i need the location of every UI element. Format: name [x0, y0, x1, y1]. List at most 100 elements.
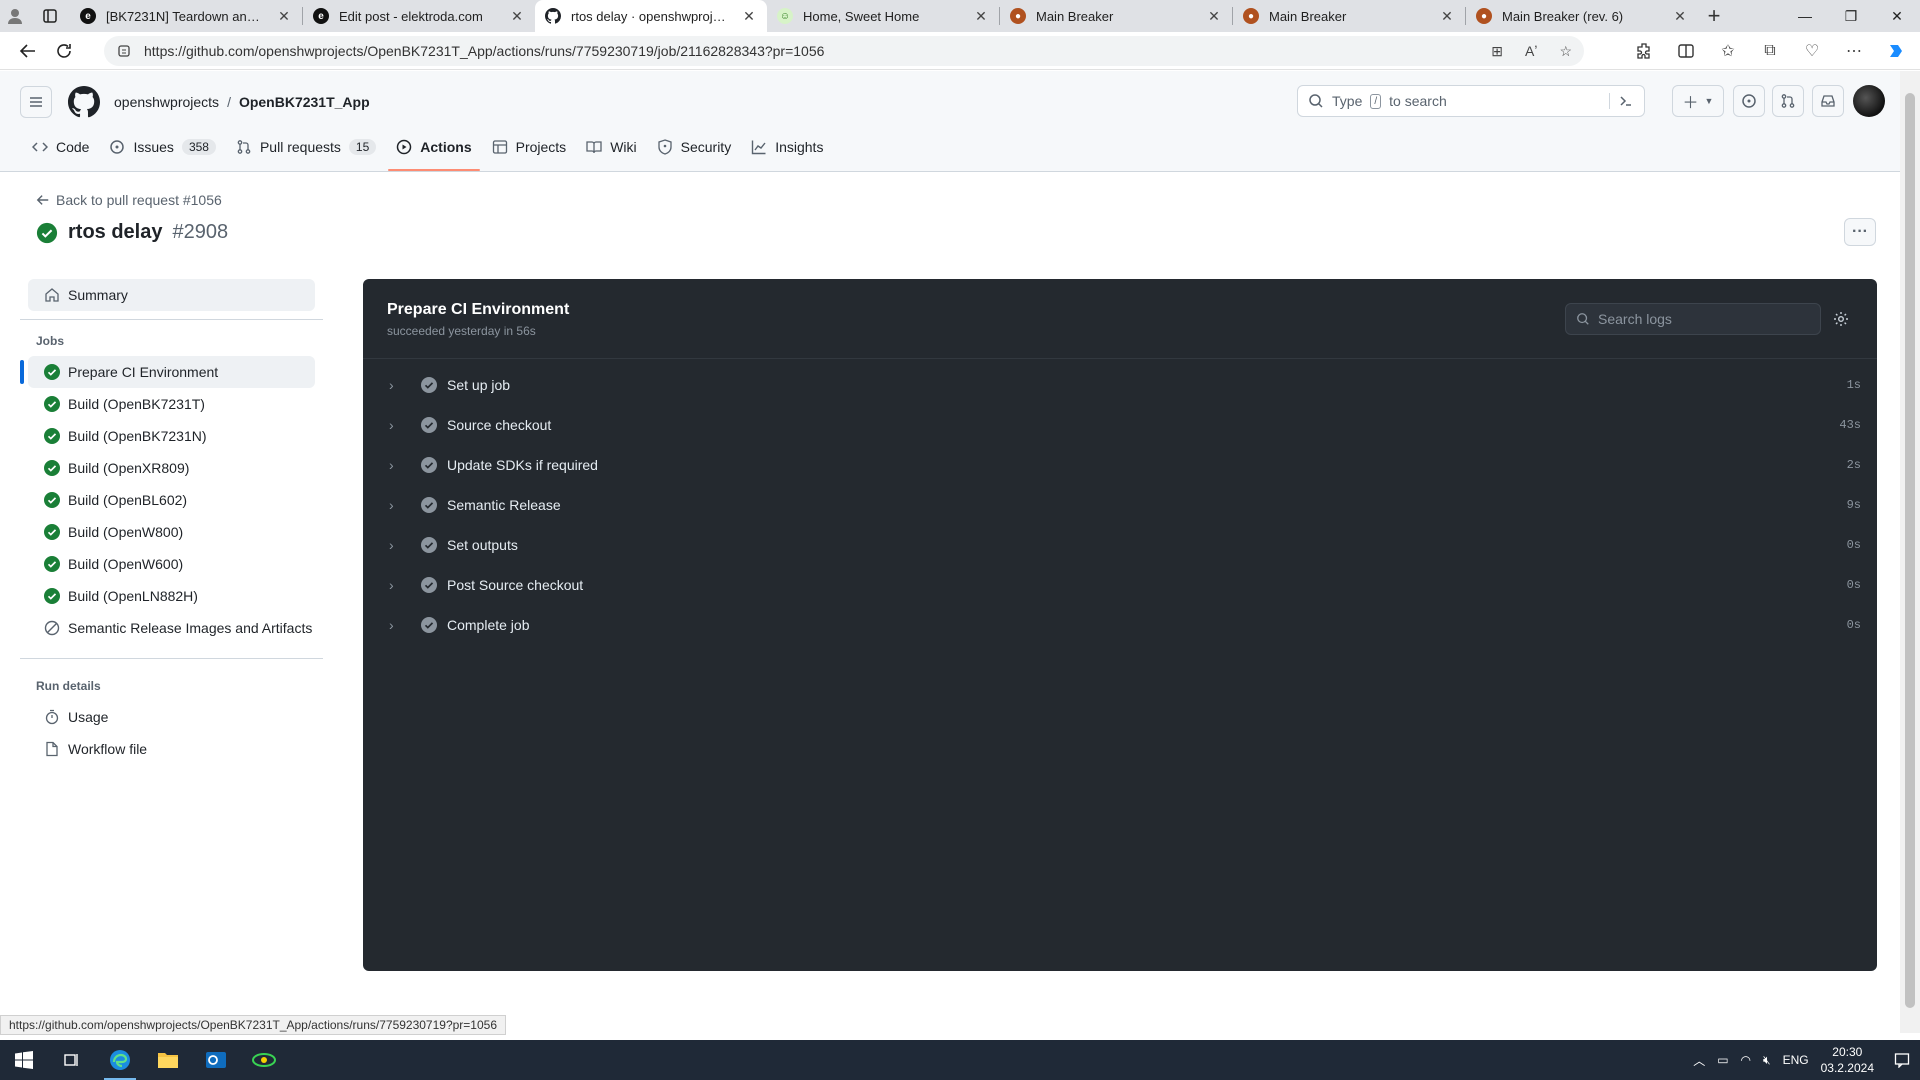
profile-icon[interactable]	[0, 0, 30, 32]
sidebar-item-workflow-file[interactable]: Workflow file	[28, 733, 315, 765]
step-duration: 2s	[1846, 458, 1861, 472]
browser-essentials-icon[interactable]: ♡	[1798, 37, 1826, 65]
close-icon[interactable]: ✕	[741, 8, 757, 25]
input-language[interactable]: ENG	[1783, 1053, 1809, 1067]
inbox-button[interactable]	[1812, 85, 1844, 117]
favorites-icon[interactable]: ✩	[1714, 37, 1742, 65]
step-name: Semantic Release	[447, 497, 561, 513]
close-icon[interactable]: ✕	[1672, 8, 1688, 25]
issues-button[interactable]	[1733, 85, 1765, 117]
volume-muted-icon[interactable]: 🔇︎	[1763, 1053, 1771, 1068]
outlook-icon[interactable]	[192, 1040, 240, 1080]
issue-icon	[110, 140, 125, 154]
sidebar-job[interactable]: Build (OpenBL602)	[28, 484, 315, 516]
sidebar-job[interactable]: Build (OpenLN882H)	[28, 580, 315, 612]
url-field[interactable]: https://github.com/openshwprojects/OpenB…	[104, 36, 1584, 66]
close-icon[interactable]: ✕	[973, 8, 989, 25]
close-icon[interactable]: ✕	[1439, 8, 1455, 25]
copilot-icon[interactable]	[1882, 37, 1910, 65]
log-step[interactable]: › Semantic Release 9s	[363, 485, 1877, 525]
run-title: rtos delay	[68, 221, 163, 243]
log-step[interactable]: › Update SDKs if required 2s	[363, 445, 1877, 485]
more-menu-icon[interactable]: ⋯	[1840, 37, 1868, 65]
browser-tab[interactable]: ● Main Breaker ✕	[1000, 0, 1232, 32]
windows-start-icon[interactable]	[0, 1040, 48, 1080]
sidebar-item-usage[interactable]: Usage	[28, 701, 315, 733]
app-icon[interactable]	[240, 1040, 288, 1080]
back-to-pull-request-link[interactable]: Back to pull request #1056	[36, 192, 222, 208]
repo-name-link[interactable]: OpenBK7231T_App	[239, 94, 370, 110]
site-info-icon[interactable]	[116, 43, 132, 59]
tab-actions[interactable]: Actions	[388, 133, 480, 171]
notifications-icon[interactable]	[1894, 1052, 1910, 1068]
divider	[20, 658, 323, 659]
collections-icon[interactable]: ⧉	[1756, 37, 1784, 65]
sidebar-job[interactable]: Build (OpenXR809)	[28, 452, 315, 484]
close-icon[interactable]: ✕	[1206, 8, 1222, 25]
log-step[interactable]: › Complete job 0s	[363, 605, 1877, 645]
gear-icon[interactable]	[1833, 311, 1849, 327]
minimize-icon[interactable]: —	[1782, 0, 1828, 32]
global-search-input[interactable]: Type / to search	[1297, 85, 1645, 117]
tab-security[interactable]: Security	[649, 133, 740, 171]
back-icon[interactable]	[10, 35, 46, 67]
avatar[interactable]	[1853, 85, 1885, 117]
log-step[interactable]: › Set up job 1s	[363, 365, 1877, 405]
split-screen-icon[interactable]	[1672, 37, 1700, 65]
more-options-button[interactable]: ···	[1844, 218, 1876, 246]
sidebar-item-summary[interactable]: Summary	[28, 279, 315, 311]
new-tab-icon[interactable]: +	[1698, 0, 1730, 32]
tab-actions-icon[interactable]	[30, 0, 70, 32]
wifi-icon[interactable]: ◠	[1741, 1053, 1751, 1067]
browser-tab[interactable]: ☺ Home, Sweet Home ✕	[767, 0, 999, 32]
page-scrollbar[interactable]	[1900, 71, 1920, 1033]
browser-tab[interactable]: e Edit post - elektroda.com ✕	[303, 0, 535, 32]
battery-icon[interactable]: ▭	[1717, 1053, 1728, 1067]
menu-icon[interactable]	[20, 86, 52, 118]
tab-pull-requests[interactable]: Pull requests 15	[228, 133, 384, 171]
clock-date: 03.2.2024	[1820, 1061, 1874, 1075]
sidebar-job-prepare-ci[interactable]: Prepare CI Environment	[20, 356, 315, 388]
tab-code[interactable]: Code	[24, 133, 97, 171]
browser-tab[interactable]: ● Main Breaker ✕	[1233, 0, 1465, 32]
close-icon[interactable]: ✕	[509, 8, 525, 25]
favorite-star-icon[interactable]: ☆	[1559, 43, 1572, 60]
create-new-button[interactable]: ＋ ▼	[1672, 85, 1724, 117]
sidebar-job[interactable]: Semantic Release Images and Artifacts	[28, 612, 315, 644]
task-view-icon[interactable]	[48, 1040, 96, 1080]
sidebar-job[interactable]: Build (OpenBK7231T)	[28, 388, 315, 420]
close-window-icon[interactable]: ✕	[1874, 0, 1920, 32]
repo-owner-link[interactable]: openshwprojects	[114, 94, 219, 110]
tab-issues[interactable]: Issues 358	[101, 133, 224, 171]
command-palette-icon[interactable]	[1609, 93, 1634, 109]
tab-wiki[interactable]: Wiki	[578, 133, 644, 171]
check-circle-icon	[44, 588, 60, 604]
read-aloud-icon[interactable]: A͏ʼ	[1525, 43, 1537, 60]
browser-tab[interactable]: e [BK7231N] Teardown and flash ✕	[70, 0, 302, 32]
show-hidden-icons-icon[interactable]: ︿	[1693, 1052, 1705, 1069]
clock[interactable]: 20:30 03.2.2024	[1821, 1044, 1874, 1076]
close-icon[interactable]: ✕	[276, 8, 292, 25]
file-explorer-icon[interactable]	[144, 1040, 192, 1080]
github-logo-icon[interactable]	[68, 86, 100, 118]
browser-tab[interactable]: ● Main Breaker (rev. 6) ✕	[1466, 0, 1698, 32]
log-step[interactable]: › Set outputs 0s	[363, 525, 1877, 565]
tab-label: Security	[680, 139, 732, 155]
app-available-icon[interactable]: ⊞	[1491, 43, 1503, 60]
log-step[interactable]: › Post Source checkout 0s	[363, 565, 1877, 605]
refresh-icon[interactable]	[46, 35, 82, 67]
search-logs-input[interactable]: Search logs	[1565, 303, 1821, 335]
sidebar-job[interactable]: Build (OpenW800)	[28, 516, 315, 548]
edge-browser-icon[interactable]	[96, 1040, 144, 1080]
sidebar-job[interactable]: Build (OpenW600)	[28, 548, 315, 580]
restore-icon[interactable]: ❐	[1828, 0, 1874, 32]
tab-projects[interactable]: Projects	[484, 133, 575, 171]
browser-tab-active[interactable]: rtos delay · openshwprojects/O ✕	[535, 0, 767, 32]
tab-insights[interactable]: Insights	[743, 133, 831, 171]
sidebar-job[interactable]: Build (OpenBK7231N)	[28, 420, 315, 452]
easyeda-icon: ●	[1476, 8, 1492, 24]
extensions-icon[interactable]	[1630, 37, 1658, 65]
pull-requests-button[interactable]	[1772, 85, 1804, 117]
log-step[interactable]: › Source checkout 43s	[363, 405, 1877, 445]
scrollbar-thumb[interactable]	[1905, 93, 1915, 1008]
